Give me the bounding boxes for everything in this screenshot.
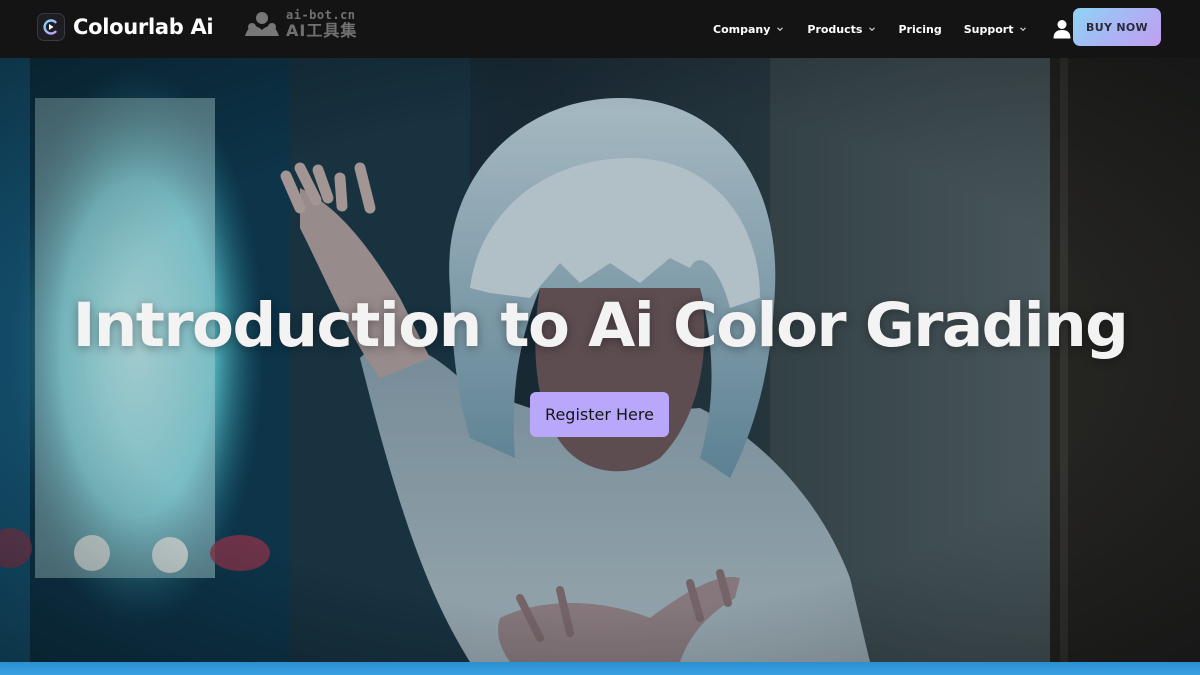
nav-company[interactable]: Company <box>713 23 784 36</box>
chevron-down-icon <box>869 27 876 32</box>
buy-now-button[interactable]: BUY NOW <box>1073 8 1161 46</box>
user-icon[interactable] <box>1053 19 1071 39</box>
watermark: ai-bot.cn AI工具集 <box>243 9 357 39</box>
top-navbar: Colourlab Ai ai-bot.cn AI工具集 Company Pro… <box>0 0 1200 58</box>
chevron-down-icon <box>777 27 784 32</box>
hero-title: Introduction to Ai Color Grading <box>72 290 1129 361</box>
nav-company-label: Company <box>713 22 771 36</box>
next-section-strip <box>0 662 1200 675</box>
nav-pricing-label: Pricing <box>898 22 942 36</box>
nav-support-label: Support <box>963 22 1014 36</box>
watermark-title: AI工具集 <box>286 21 358 40</box>
brand-name: Colourlab Ai <box>73 15 214 39</box>
nav-products[interactable]: Products <box>807 23 876 36</box>
nav-pricing[interactable]: Pricing <box>898 23 941 36</box>
chevron-down-icon <box>1020 27 1027 32</box>
colourlab-logo-icon <box>37 13 65 41</box>
hero-section: Introduction to Ai Color Grading Registe… <box>0 58 1200 662</box>
nav-support[interactable]: Support <box>964 23 1028 36</box>
nav-products-label: Products <box>807 22 863 36</box>
register-here-button[interactable]: Register Here <box>530 392 669 437</box>
brand-logo-link[interactable]: Colourlab Ai <box>37 13 214 41</box>
watermark-logo-icon <box>245 12 279 36</box>
watermark-domain: ai-bot.cn <box>286 8 356 22</box>
main-nav: Company Products Pricing Support <box>713 0 1071 58</box>
